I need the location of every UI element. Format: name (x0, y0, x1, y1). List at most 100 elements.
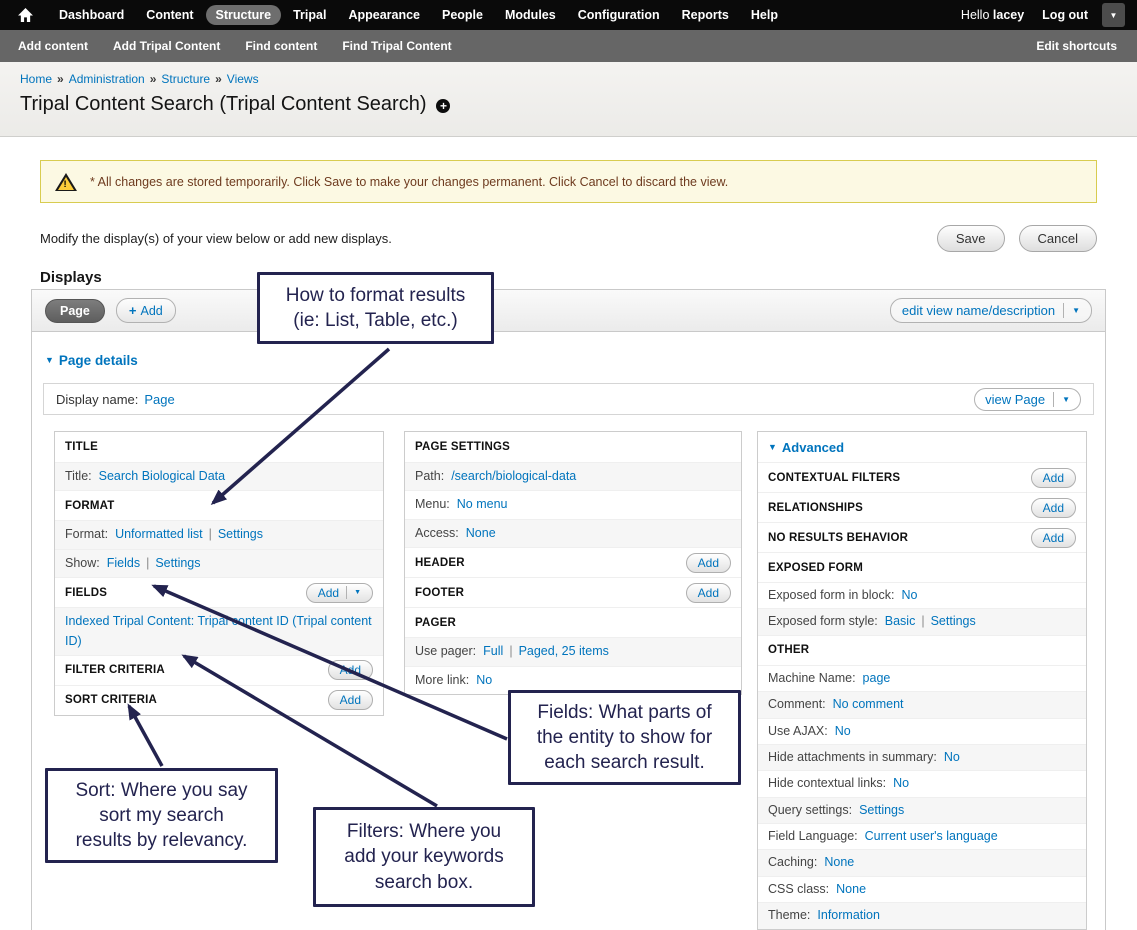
setting-links: Unformatted list|Settings (115, 525, 263, 544)
home-icon[interactable] (12, 0, 38, 30)
displays-heading: Displays (40, 269, 1097, 286)
setting-links: Search Biological Data (99, 467, 225, 486)
shortcut-find-tripal-content[interactable]: Find Tripal Content (342, 39, 451, 53)
full-link[interactable]: Full (483, 644, 503, 658)
add-display-button[interactable]: +Add (116, 298, 176, 323)
indexed-tripal-content-tripal--link[interactable]: Indexed Tripal Content: Tripal content I… (65, 614, 372, 647)
row-relationships: RELATIONSHIPSAdd (758, 492, 1086, 522)
row-hide-contextual-links: Hide contextual links:No (758, 770, 1086, 796)
no-link[interactable]: No (835, 724, 851, 738)
shortcut-add-tripal-content[interactable]: Add Tripal Content (113, 39, 220, 53)
row-title: Title:Search Biological Data (55, 462, 383, 490)
information-link[interactable]: Information (817, 908, 880, 922)
settings-link[interactable]: Settings (218, 527, 263, 541)
search-biological-data-link[interactable]: /search/biological-data (451, 469, 576, 483)
none-link[interactable]: None (466, 526, 496, 540)
separator: | (509, 644, 512, 658)
no-results-behavior-add-button[interactable]: Add (1031, 528, 1076, 548)
warning-icon: ! (55, 173, 77, 191)
no-link[interactable]: No (944, 750, 960, 764)
displays-container: Page +Add edit view name/description ▼ ▼… (31, 289, 1106, 930)
breadcrumb-views[interactable]: Views (227, 72, 259, 86)
settings-link[interactable]: Settings (155, 556, 200, 570)
row-exposed-form-style: Exposed form style:Basic|Settings (758, 608, 1086, 634)
footer-add-button[interactable]: Add (686, 583, 731, 603)
page-link[interactable]: page (863, 671, 891, 685)
contextual-filters-add-button[interactable]: Add (1031, 468, 1076, 488)
row-query-settings: Query settings:Settings (758, 797, 1086, 823)
setting-links: No (944, 748, 960, 767)
setting-links: Indexed Tripal Content: Tripal content I… (65, 612, 373, 651)
no-menu-link[interactable]: No menu (457, 497, 508, 511)
display-tab-page[interactable]: Page (45, 299, 105, 323)
none-link[interactable]: None (836, 882, 866, 896)
divider (1063, 303, 1064, 318)
breadcrumb-home[interactable]: Home (20, 72, 52, 86)
username: lacey (993, 8, 1024, 22)
header-add-button[interactable]: Add (686, 553, 731, 573)
row-filter-criteria: FILTER CRITERIAAdd (55, 655, 383, 685)
paged-25-items-link[interactable]: Paged, 25 items (519, 644, 609, 658)
shortcut-add-content[interactable]: Add content (18, 39, 88, 53)
no-link[interactable]: No (476, 673, 492, 687)
row-css-class: CSS class: None (758, 876, 1086, 902)
admin-nav-appearance[interactable]: Appearance (338, 5, 430, 25)
display-name-value-link[interactable]: Page (144, 392, 174, 407)
unformatted-list-link[interactable]: Unformatted list (115, 527, 203, 541)
sort-criteria-add-button[interactable]: Add (328, 690, 373, 710)
row-comment: Comment: No comment (758, 691, 1086, 717)
search-biological-data-link[interactable]: Search Biological Data (99, 469, 225, 483)
setting-links: None (466, 524, 496, 543)
setting-label: Use AJAX: (768, 722, 828, 741)
current-user-s-language-link[interactable]: Current user's language (865, 829, 998, 843)
section-title: SORT CRITERIA (65, 694, 157, 706)
row-advanced[interactable]: ▼Advanced (758, 432, 1086, 462)
admin-nav-modules[interactable]: Modules (495, 5, 566, 25)
separator: | (921, 614, 924, 628)
admin-nav-tripal[interactable]: Tripal (283, 5, 336, 25)
basic-link[interactable]: Basic (885, 614, 916, 628)
section-title: PAGER (415, 617, 456, 629)
no-link[interactable]: No (901, 588, 917, 602)
user-greeting: Hello lacey (961, 8, 1024, 22)
breadcrumb-administration[interactable]: Administration (69, 72, 145, 86)
admin-nav-people[interactable]: People (432, 5, 493, 25)
toolbar-toggle-button[interactable]: ▼ (1102, 3, 1125, 27)
chevron-down-icon: ▼ (1110, 11, 1118, 20)
setting-label: CSS class: (768, 880, 829, 899)
breadcrumb-structure[interactable]: Structure (161, 72, 210, 86)
fields-link[interactable]: Fields (107, 556, 140, 570)
relationships-add-button[interactable]: Add (1031, 498, 1076, 518)
no-comment-link[interactable]: No comment (833, 697, 904, 711)
admin-nav-reports[interactable]: Reports (672, 5, 739, 25)
page-details-toggle[interactable]: ▼ Page details (45, 353, 138, 368)
toggle-label: Advanced (782, 440, 844, 455)
cancel-button[interactable]: Cancel (1019, 225, 1097, 252)
filter-criteria-add-button[interactable]: Add (328, 660, 373, 680)
admin-nav-configuration[interactable]: Configuration (568, 5, 670, 25)
no-link[interactable]: No (893, 776, 909, 790)
setting-label: Comment: (768, 695, 826, 714)
none-link[interactable]: None (824, 855, 854, 869)
column-middle: PAGE SETTINGSPath:/search/biological-dat… (404, 431, 742, 695)
contextual-plus-icon[interactable]: + (436, 99, 450, 113)
settings-link[interactable]: Settings (931, 614, 976, 628)
row-footer: FOOTERAdd (405, 577, 741, 607)
setting-links: No (901, 586, 917, 605)
admin-nav-content[interactable]: Content (136, 5, 203, 25)
setting-links: Fields|Settings (107, 554, 201, 573)
logout-link[interactable]: Log out (1042, 8, 1088, 22)
admin-nav-structure[interactable]: Structure (206, 5, 282, 25)
edit-shortcuts-link[interactable]: Edit shortcuts (1036, 39, 1117, 53)
save-button[interactable]: Save (937, 225, 1005, 252)
setting-links: No menu (457, 495, 508, 514)
admin-nav-help[interactable]: Help (741, 5, 788, 25)
edit-view-name-button[interactable]: edit view name/description ▼ (890, 298, 1092, 323)
view-page-button[interactable]: view Page ▼ (974, 388, 1081, 411)
admin-nav-dashboard[interactable]: Dashboard (49, 5, 134, 25)
warning-message: ! * All changes are stored temporarily. … (40, 160, 1097, 203)
fields-add-button[interactable]: Add▼ (306, 583, 373, 603)
row-use-ajax: Use AJAX: No (758, 718, 1086, 744)
settings-link[interactable]: Settings (859, 803, 904, 817)
shortcut-find-content[interactable]: Find content (245, 39, 317, 53)
